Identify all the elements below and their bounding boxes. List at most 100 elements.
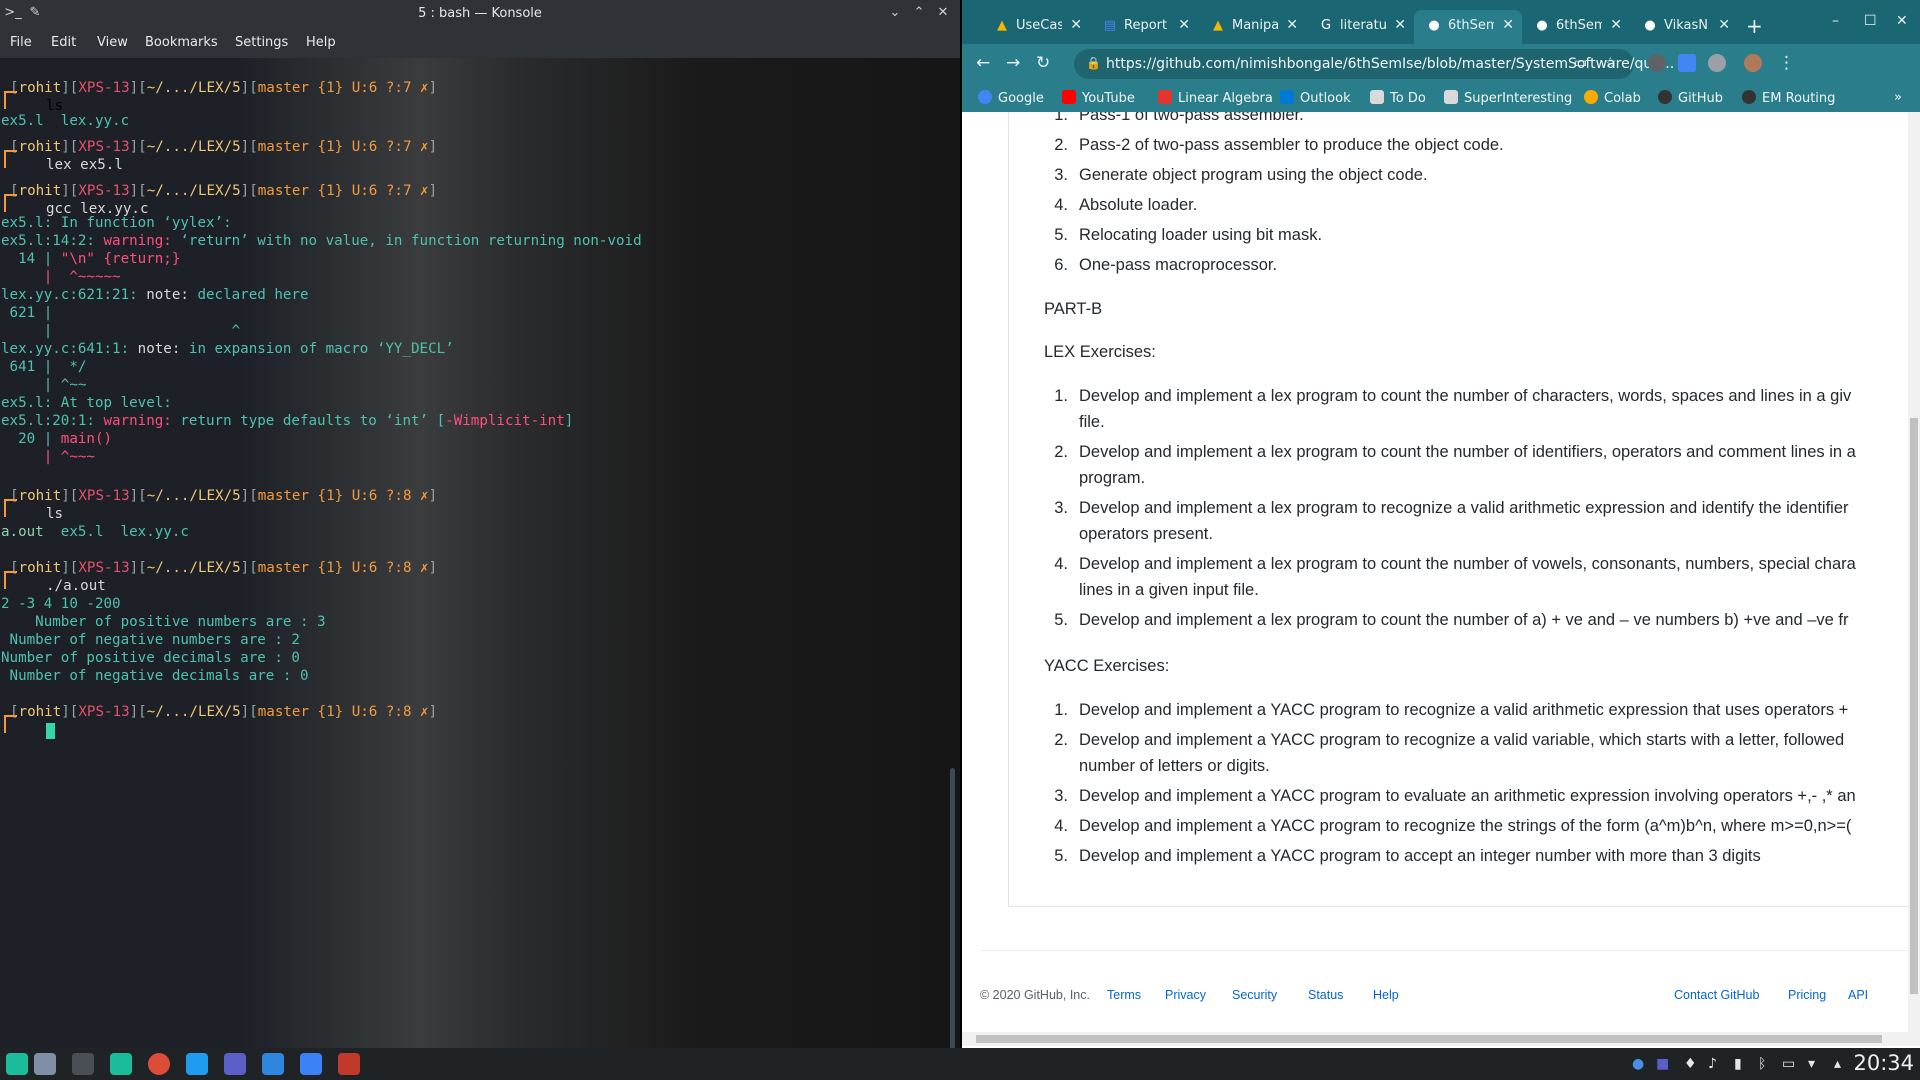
close-tab-icon[interactable]: ✕ (1070, 17, 1082, 33)
tab-6thsem-active[interactable]: ● 6thSem ✕ (1414, 10, 1522, 44)
bookmark-google[interactable]: Google (978, 90, 1044, 106)
extension-icon[interactable] (1648, 54, 1666, 72)
file-manager-icon[interactable] (110, 1053, 132, 1075)
menu-settings[interactable]: Settings (235, 35, 288, 50)
terminal-output[interactable]: [rohit][XPS-13][~/.../LEX/5][master {1} … (0, 58, 960, 1048)
profile-avatar[interactable] (1744, 54, 1762, 72)
bookmark-youtube[interactable]: YouTube (1062, 90, 1135, 106)
cast-icon[interactable]: ▭ (1574, 55, 1587, 71)
close-icon[interactable]: ✕ (934, 4, 952, 22)
konsole-task-icon[interactable] (72, 1053, 94, 1075)
footer-link-contact[interactable]: Contact GitHub (1674, 988, 1759, 1002)
tray-expand-icon[interactable]: ▴ (1834, 1056, 1841, 1072)
menu-file[interactable]: File (10, 35, 32, 50)
lock-icon: 🔒 (1086, 56, 1101, 70)
scrollbar-thumb[interactable] (1910, 418, 1918, 994)
footer-link-pricing[interactable]: Pricing (1788, 988, 1826, 1002)
footer-link-api[interactable]: API (1848, 988, 1868, 1002)
menu-help[interactable]: Help (306, 35, 336, 50)
bookmark-superinteresting[interactable]: SuperInteresting (1444, 90, 1572, 106)
close-icon[interactable]: ✕ (1896, 13, 1908, 29)
minimize-icon[interactable]: ⌄ (886, 4, 904, 22)
globe-extension-icon[interactable] (1708, 54, 1726, 72)
footer-link-privacy[interactable]: Privacy (1165, 988, 1206, 1002)
footer-link-status[interactable]: Status (1308, 988, 1343, 1002)
tab-usecas[interactable]: ▲ UseCas ✕ (982, 10, 1090, 44)
outlook-icon (1280, 90, 1294, 104)
terminal-scrollbar[interactable] (950, 768, 955, 1048)
google-icon (978, 90, 992, 104)
gcc-output: ex5.l: At top level: (1, 395, 172, 411)
gcc-output: | ^~~~ (1, 449, 95, 465)
bookmarks-overflow-icon[interactable]: » (1894, 90, 1902, 105)
new-tab-button[interactable]: + (1746, 14, 1763, 38)
wifi-icon[interactable]: ▾ (1808, 1056, 1815, 1072)
colab-icon (1584, 90, 1598, 104)
display-icon[interactable]: ▭ (1782, 1056, 1795, 1072)
close-tab-icon[interactable]: ✕ (1394, 17, 1406, 33)
bookmark-star-icon[interactable]: ☆ (1604, 55, 1617, 71)
close-tab-icon[interactable]: ✕ (1178, 17, 1190, 33)
bookmark-em-routing[interactable]: EM Routing (1742, 90, 1835, 106)
bookmark-linear-algebra[interactable]: Linear Algebra (1158, 90, 1273, 106)
close-tab-icon[interactable]: ✕ (1610, 17, 1622, 33)
ls-output: a.out ex5.l lex.yy.c (1, 524, 189, 540)
page-vertical-scrollbar[interactable] (1908, 112, 1920, 1032)
github-icon: ● (1428, 18, 1440, 33)
bookmark-todo[interactable]: To Do (1370, 90, 1426, 106)
bookmark-colab[interactable]: Colab (1584, 90, 1641, 106)
bookmark-github[interactable]: GitHub (1658, 90, 1723, 106)
footer-link-terms[interactable]: Terms (1107, 988, 1141, 1002)
tab-strip: ▲ UseCas ✕ ▤ Report ✕ ▲ Manipa ✕ G liter… (962, 0, 1920, 44)
gcc-output: 14 | "\n" {return;} (1, 251, 181, 267)
page-horizontal-scrollbar[interactable] (962, 1032, 1920, 1046)
desktop-pager-icon[interactable] (34, 1053, 56, 1075)
prompt-corner (4, 150, 17, 168)
close-tab-icon[interactable]: ✕ (1502, 17, 1514, 33)
tab-manipa[interactable]: ▲ Manipa ✕ (1198, 10, 1306, 44)
close-tab-icon[interactable]: ✕ (1718, 17, 1730, 33)
tab-6thsem[interactable]: ● 6thSem ✕ (1522, 10, 1630, 44)
maximize-icon[interactable]: ⌃ (910, 4, 928, 22)
back-button[interactable]: ← (976, 53, 990, 73)
menu-view[interactable]: View (97, 35, 128, 50)
footer-link-security[interactable]: Security (1232, 988, 1277, 1002)
menu-bookmarks[interactable]: Bookmarks (145, 35, 218, 50)
document-icon[interactable] (300, 1053, 322, 1075)
taskbar: ● ■ ♦ ♪ ▮ ᛒ ▭ ▾ ▴ 20:34 (0, 1048, 1920, 1080)
app-launcher-icon[interactable] (6, 1053, 28, 1075)
menu-kebab-icon[interactable]: ⋮ (1778, 53, 1795, 73)
tab-vikasn[interactable]: ● VikasN ✕ (1630, 10, 1738, 44)
clock[interactable]: 20:34 (1853, 1051, 1914, 1075)
folder-icon (1444, 90, 1458, 104)
calendar-extension-icon[interactable] (1678, 54, 1696, 72)
footer-link-help[interactable]: Help (1373, 988, 1399, 1002)
prompt-line: [rohit][XPS-13][~/.../LEX/5][master {1} … (10, 488, 438, 504)
bluetooth-icon[interactable]: ᛒ (1758, 1056, 1766, 1072)
tab-literatu[interactable]: G literatu ✕ (1306, 10, 1414, 44)
info-tray-icon[interactable]: ● (1632, 1056, 1644, 1072)
bookmark-outlook[interactable]: Outlook (1280, 90, 1351, 106)
teams-tray-icon[interactable]: ■ (1656, 1056, 1669, 1072)
scrollbar-thumb[interactable] (976, 1035, 1882, 1043)
yacc-heading: YACC Exercises: (1044, 657, 1170, 675)
teams-icon[interactable] (224, 1053, 246, 1075)
editor-icon[interactable] (338, 1053, 360, 1075)
reload-button[interactable]: ↻ (1036, 53, 1050, 73)
address-bar[interactable]: 🔒 https://github.com/nimishbongale/6thSe… (1074, 49, 1674, 79)
battery-icon[interactable]: ▮ (1734, 1056, 1742, 1072)
minimize-icon[interactable]: – (1832, 13, 1839, 29)
gcc-output: | ^ (1, 323, 241, 339)
close-tab-icon[interactable]: ✕ (1286, 17, 1298, 33)
maximize-icon[interactable]: ☐ (1864, 13, 1877, 29)
menu-edit[interactable]: Edit (51, 35, 76, 50)
mail-icon[interactable] (262, 1053, 284, 1075)
tab-report[interactable]: ▤ Report ✕ (1090, 10, 1198, 44)
forward-button[interactable]: → (1006, 53, 1020, 73)
vscode-icon[interactable] (186, 1053, 208, 1075)
lightbulb-icon[interactable]: ♦ (1684, 1056, 1697, 1072)
gcc-output: lex.yy.c:641:1: note: in expansion of ma… (1, 341, 454, 357)
chrome-task-icon[interactable] (148, 1053, 170, 1075)
url-text: https://github.com/nimishbongale/6thSemI… (1106, 56, 1675, 72)
volume-icon[interactable]: ♪ (1708, 1056, 1717, 1072)
